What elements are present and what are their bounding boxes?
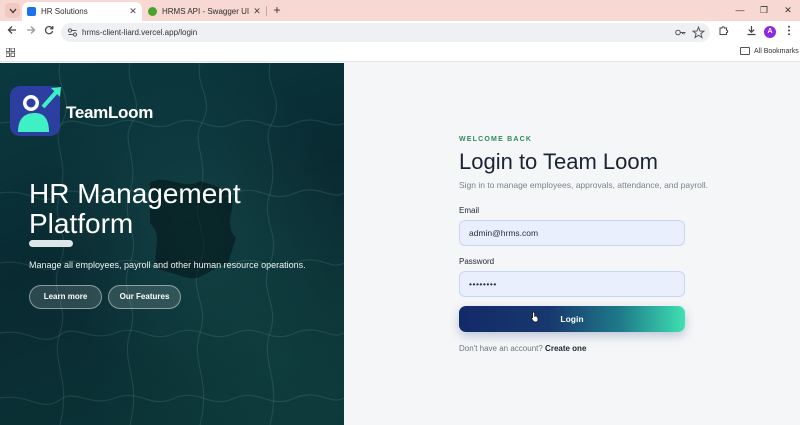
tab-swagger[interactable]: HRMS API - Swagger UI ✕ — [143, 2, 266, 21]
login-form-panel: WELCOME BACK Login to Team Loom Sign in … — [344, 63, 800, 425]
swagger-favicon — [148, 7, 157, 16]
browser-toolbar: hrms-client-liard.vercel.app/login A — [0, 21, 800, 44]
learn-more-button[interactable]: Learn more — [29, 285, 102, 309]
close-tab-icon[interactable]: ✕ — [251, 6, 263, 17]
all-bookmarks-label: All Bookmarks — [754, 47, 799, 55]
password-field[interactable]: •••••••• — [459, 271, 685, 297]
apps-grid-icon[interactable] — [6, 48, 15, 57]
forward-button[interactable] — [23, 25, 38, 40]
chevron-down-icon — [9, 8, 16, 13]
maximize-button[interactable]: ❐ — [755, 2, 773, 18]
tab-title: HRMS API - Swagger UI — [162, 7, 250, 16]
browser-menu-button[interactable] — [782, 25, 796, 39]
folder-icon — [740, 47, 750, 55]
brand-name: TeamLoom — [66, 103, 154, 122]
download-icon — [747, 26, 755, 36]
hero-title-line: HR Management — [29, 178, 241, 209]
tab-title: HR Solutions — [41, 7, 88, 16]
browser-tab-strip: HR Solutions ✕ HRMS API - Swagger UI ✕ +… — [0, 0, 800, 21]
minimize-button[interactable]: — — [731, 2, 749, 18]
bookmark-star-icon[interactable] — [692, 26, 705, 39]
puzzle-piece-icon — [719, 26, 728, 35]
login-button[interactable]: Login — [459, 306, 685, 332]
downloads-button[interactable] — [744, 25, 758, 39]
reload-icon — [44, 26, 53, 35]
arrow-left-icon — [7, 26, 16, 34]
create-account-link[interactable]: Create one — [545, 344, 586, 353]
password-key-icon[interactable] — [674, 26, 687, 39]
bookmarks-bar: All Bookmarks — [0, 44, 800, 62]
hero-accent-bar — [29, 240, 73, 247]
signup-row: Don't have an account? Create one — [459, 344, 586, 353]
extensions-button[interactable] — [716, 25, 730, 39]
login-page: TeamLoom HR Management Platform Manage a… — [0, 63, 800, 425]
tab-hr-solutions[interactable]: HR Solutions ✕ — [22, 2, 142, 21]
hero-description: Manage all employees, payroll and other … — [29, 260, 306, 270]
hero-title-line: Platform — [29, 208, 134, 239]
password-label: Password — [459, 257, 495, 266]
close-tab-icon[interactable]: ✕ — [127, 6, 139, 17]
new-tab-button[interactable]: + — [270, 3, 284, 17]
url-text[interactable]: hrms-client-liard.vercel.app/login — [82, 23, 197, 42]
tab-search-button[interactable] — [5, 3, 20, 18]
login-subtitle: Sign in to manage employees, approvals, … — [459, 180, 709, 190]
hero-panel: TeamLoom HR Management Platform Manage a… — [0, 63, 344, 425]
tab-divider — [266, 6, 267, 16]
email-field[interactable]: admin@hrms.com — [459, 220, 685, 246]
kebab-menu-icon — [788, 25, 790, 36]
email-label: Email — [459, 206, 480, 215]
our-features-button[interactable]: Our Features — [108, 285, 181, 309]
reload-button[interactable] — [41, 25, 56, 40]
hr-solutions-favicon — [27, 7, 36, 16]
site-info-icon[interactable] — [67, 27, 78, 38]
close-window-button[interactable]: ✕ — [779, 2, 797, 18]
eyebrow-label: WELCOME BACK — [459, 136, 533, 143]
signup-prompt: Don't have an account? — [459, 344, 543, 353]
all-bookmarks-button[interactable]: All Bookmarks — [740, 47, 799, 55]
address-bar[interactable]: hrms-client-liard.vercel.app/login — [61, 23, 710, 42]
login-title: Login to Team Loom — [459, 149, 658, 174]
teamloom-logo — [10, 86, 61, 136]
hero-title: HR Management Platform — [29, 179, 329, 239]
arrow-right-icon — [26, 26, 35, 34]
back-button[interactable] — [4, 25, 19, 40]
mouse-cursor-icon — [531, 311, 539, 323]
profile-avatar[interactable]: A — [764, 26, 776, 38]
